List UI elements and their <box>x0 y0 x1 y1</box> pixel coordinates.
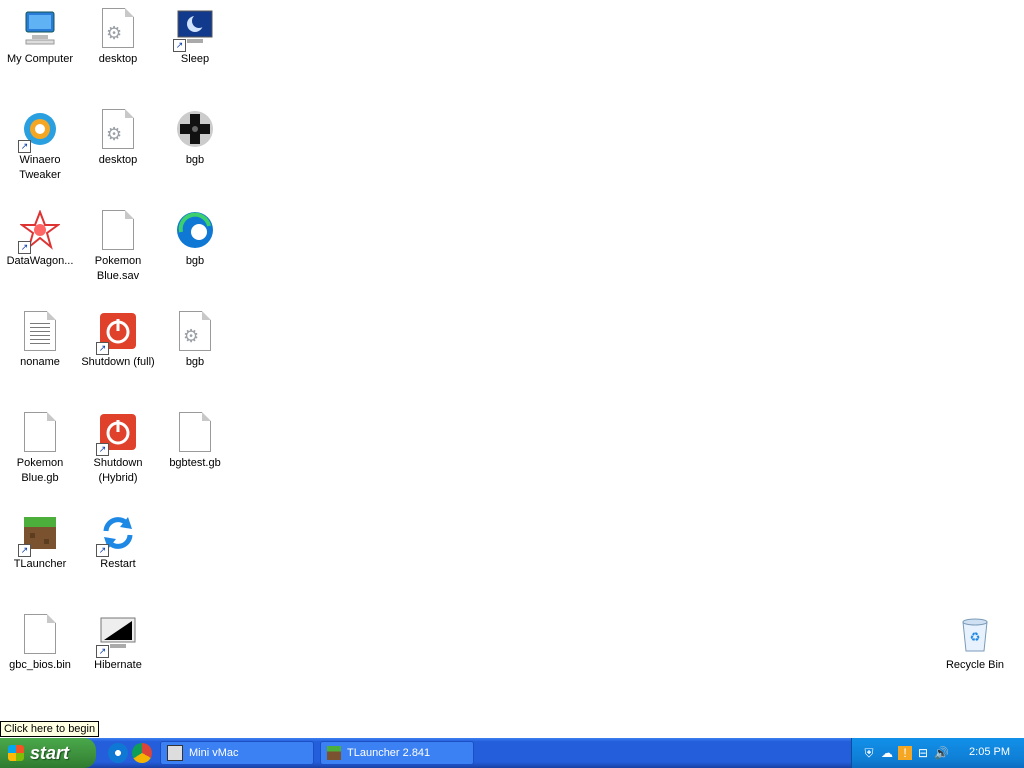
desktop-icon-bgb-3[interactable]: ⚙ bgb <box>155 303 235 370</box>
desktop-icon-sleep[interactable]: ↗ Sleep <box>155 0 235 67</box>
desktop-icon-restart[interactable]: ↗ Restart <box>78 505 158 572</box>
desktop-icon-recycle-bin[interactable]: ♻ Recycle Bin <box>935 606 1015 673</box>
recycle-bin-icon: ♻ <box>953 612 997 656</box>
dpad-icon <box>173 107 217 151</box>
desktop-icon-desktop-1[interactable]: ⚙ desktop <box>78 0 158 67</box>
minecraft-block-icon <box>327 746 341 760</box>
icon-label: desktop <box>98 154 138 166</box>
settings-file-icon: ⚙ <box>96 107 140 151</box>
power-icon: ↗ <box>96 309 140 355</box>
desktop-icon-bgbtest-gb[interactable]: bgbtest.gb <box>155 404 235 471</box>
restart-icon: ↗ <box>96 511 140 557</box>
icon-label: My Computer <box>6 53 74 65</box>
minecraft-grass-block-icon: ↗ <box>18 511 62 557</box>
icon-label: Restart <box>100 558 136 570</box>
monitor-icon: ↗ <box>96 612 140 658</box>
windows-logo-icon <box>8 745 24 761</box>
file-icon <box>96 208 140 252</box>
icon-label: desktop <box>98 53 138 65</box>
datawagon-icon: ↗ <box>18 208 62 254</box>
moon-monitor-icon: ↗ <box>173 6 217 52</box>
updates-icon[interactable]: ! <box>898 746 912 760</box>
icon-label: Shutdown (Hybrid) <box>93 457 143 484</box>
icon-label: DataWagon... <box>6 255 74 267</box>
desktop-icon-datawagon[interactable]: ↗ DataWagon... <box>0 202 80 269</box>
icon-label: bgb <box>185 154 205 166</box>
system-tray: ⛨ ☁ ! ⊟ 🔊 2:05 PM <box>851 738 1024 768</box>
desktop-icon-shutdown-full[interactable]: ↗ Shutdown (full) <box>78 303 158 370</box>
settings-file-icon: ⚙ <box>173 309 217 353</box>
desktop: My Computer ↗ Winaero Tweaker ↗ DataWago… <box>0 0 1024 738</box>
network-disconnected-icon[interactable]: ☁ <box>880 746 894 760</box>
security-shield-icon[interactable]: ⛨ <box>862 746 876 760</box>
edge-quicklaunch-icon[interactable] <box>108 743 128 763</box>
icon-label: gbc_bios.bin <box>9 659 71 671</box>
icon-label: Recycle Bin <box>945 659 1005 671</box>
desktop-icon-gbc-bios[interactable]: gbc_bios.bin <box>0 606 80 673</box>
desktop-icon-pokemon-blue-sav[interactable]: Pokemon Blue.sav <box>78 202 158 284</box>
desktop-icon-hibernate[interactable]: ↗ Hibernate <box>78 606 158 673</box>
chrome-quicklaunch-icon[interactable] <box>132 743 152 763</box>
start-button[interactable]: start <box>0 738 96 768</box>
desktop-icon-pokemon-blue-gb[interactable]: Pokemon Blue.gb <box>0 404 80 486</box>
text-file-icon <box>18 309 62 353</box>
icon-label: Pokemon Blue.sav <box>94 255 142 282</box>
icon-label: bgbtest.gb <box>169 457 221 469</box>
svg-text:♻: ♻ <box>970 630 981 644</box>
taskbar-window-tlauncher[interactable]: TLauncher 2.841 <box>320 741 474 765</box>
file-icon <box>18 612 62 656</box>
desktop-icon-tlauncher[interactable]: ↗ TLauncher <box>0 505 80 572</box>
edge-browser-icon <box>173 208 217 252</box>
power-icon: ↗ <box>96 410 140 456</box>
icon-label: Winaero Tweaker <box>19 154 61 181</box>
settings-file-icon: ⚙ <box>96 6 140 50</box>
desktop-icon-winaero-tweaker[interactable]: ↗ Winaero Tweaker <box>0 101 80 183</box>
task-label: Mini vMac <box>189 747 239 759</box>
clock[interactable]: 2:05 PM <box>969 746 1010 758</box>
desktop-icon-desktop-2[interactable]: ⚙ desktop <box>78 101 158 168</box>
file-icon <box>18 410 62 454</box>
desktop-icon-bgb-2[interactable]: bgb <box>155 202 235 269</box>
icon-label: TLauncher <box>13 558 67 570</box>
desktop-icon-my-computer[interactable]: My Computer <box>0 0 80 67</box>
desktop-icon-bgb-1[interactable]: bgb <box>155 101 235 168</box>
icon-label: Hibernate <box>94 659 142 671</box>
taskbar: start Mini vMac TLauncher 2.841 ⛨ ☁ ! ⊟ … <box>0 738 1024 768</box>
winaero-icon: ↗ <box>18 107 62 153</box>
icon-label: noname <box>20 356 60 368</box>
volume-icon[interactable]: 🔊 <box>934 746 949 760</box>
file-icon <box>173 410 217 454</box>
network-icon[interactable]: ⊟ <box>916 746 930 760</box>
mac-icon <box>167 745 183 761</box>
taskbar-window-mini-vmac[interactable]: Mini vMac <box>160 741 314 765</box>
icon-label: Sleep <box>180 53 210 65</box>
desktop-icon-shutdown-hybrid[interactable]: ↗ Shutdown (Hybrid) <box>78 404 158 486</box>
task-label: TLauncher 2.841 <box>347 747 431 759</box>
start-label: start <box>30 742 70 763</box>
start-tooltip: Click here to begin <box>0 721 100 737</box>
icon-label: Pokemon Blue.gb <box>16 457 64 484</box>
icon-label: bgb <box>185 356 205 368</box>
icon-label: bgb <box>185 255 205 267</box>
computer-icon <box>18 6 62 50</box>
desktop-icon-noname[interactable]: noname <box>0 303 80 370</box>
icon-label: Shutdown (full) <box>81 356 155 368</box>
